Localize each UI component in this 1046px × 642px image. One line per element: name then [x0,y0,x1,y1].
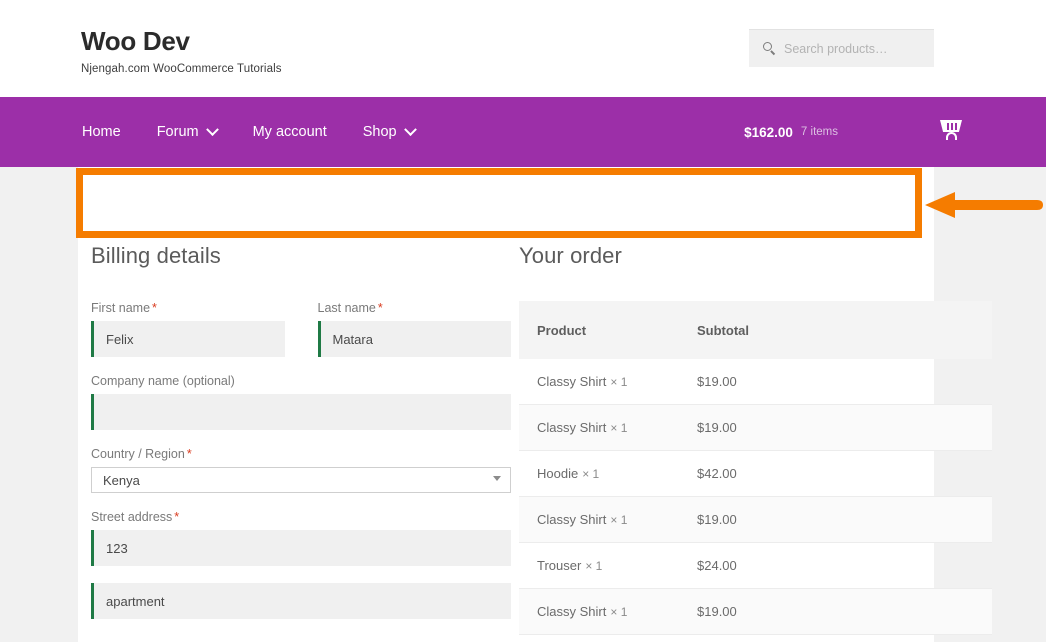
country-region-select[interactable]: Kenya [91,467,511,493]
column-header-product: Product [537,322,587,338]
order-product-name: Classy Shirt × 1 [519,604,697,619]
order-product-name: Classy Shirt × 1 [519,374,697,389]
order-review-table: Product Subtotal Classy Shirt × 1 $19.00 … [519,301,992,635]
company-name-input[interactable] [91,394,511,430]
company-name-label: Company name (optional) [91,374,235,388]
first-name-input[interactable] [91,321,285,357]
table-row: Classy Shirt × 1 $19.00 [519,405,992,451]
company-name-field: Company name (optional) [91,374,511,430]
annotation-highlight-rectangle [76,168,922,238]
search-icon [763,42,776,56]
primary-navigation: Home Forum My account Shop $162.00 7 ite… [0,97,1046,167]
required-asterisk: * [186,447,192,461]
order-product-name: Classy Shirt × 1 [519,512,697,527]
order-subtotal: $24.00 [697,558,737,573]
product-label: Classy Shirt [537,374,607,389]
column-header-subtotal: Subtotal [697,322,749,338]
order-review-section: Your order Product Subtotal Classy Shirt… [519,243,992,635]
product-quantity: × 1 [610,513,628,527]
order-subtotal: $19.00 [697,604,737,619]
cart-summary[interactable]: $162.00 7 items [744,97,1046,167]
last-name-label: Last name * [318,301,512,315]
required-asterisk: * [174,510,180,524]
table-row: Hoodie × 1 $42.00 [519,451,992,497]
product-quantity: × 1 [610,375,628,389]
nav-links: Home Forum My account Shop [82,97,451,167]
street-address-line2-field [91,583,511,619]
nav-label: Home [82,124,121,140]
last-name-field: Last name * [317,301,512,357]
street-address-line2-input[interactable] [91,583,511,619]
required-asterisk: * [377,301,383,315]
order-subtotal: $19.00 [697,420,737,435]
order-product-name: Trouser × 1 [519,558,697,573]
nav-item-shop[interactable]: Shop [362,122,417,140]
order-product-name: Hoodie × 1 [519,466,697,481]
product-label: Hoodie [537,466,579,481]
order-subtotal: $19.00 [697,374,737,389]
order-table-header: Product Subtotal [519,301,992,359]
table-row: Classy Shirt × 1 $19.00 [519,589,992,635]
order-subtotal: $19.00 [697,512,737,527]
product-quantity: × 1 [610,605,628,619]
required-asterisk: * [152,301,157,315]
nav-item-home[interactable]: Home [82,124,121,140]
country-region-label-text: Country / Region [91,447,185,461]
street-address-field: Street address * [91,510,511,566]
chevron-down-icon [403,122,417,136]
billing-details-section: Billing details First name* Last name* C… [91,243,511,636]
product-search-box[interactable]: Search products… [749,29,934,67]
nav-label: My account [252,124,327,140]
site-header: Woo Dev Njengah.com WooCommerce Tutorial… [0,0,1046,97]
product-quantity: × 1 [610,421,628,435]
order-product-name: Classy Shirt × 1 [519,420,697,435]
product-label: Classy Shirt [537,604,607,619]
country-region-field: Country / Region * Kenya [91,447,511,493]
cart-item-count: 7 items [800,126,838,138]
checkout-page: Woo Dev Njengah.com WooCommerce Tutorial… [0,0,1046,642]
table-row: Classy Shirt × 1 $19.00 [519,359,992,405]
product-label: Trouser [537,558,582,573]
site-tagline: Njengah.com WooCommerce Tutorials [81,62,282,75]
product-quantity: × 1 [582,467,600,481]
product-quantity: × 1 [585,559,603,573]
last-name-input[interactable] [317,321,511,357]
nav-label: Shop [362,124,397,140]
product-label: Classy Shirt [537,512,607,527]
first-name-label: First name * [91,301,285,315]
country-region-label: Country / Region * [91,447,511,461]
your-order-title: Your order [519,243,622,268]
street-address-input[interactable] [91,530,511,566]
street-address-label-text: Street address [91,510,173,524]
first-name-label-text: First name [91,301,151,315]
country-select-wrapper[interactable]: Kenya [91,467,511,493]
street-address-label: Street address * [91,510,511,524]
first-name-field: First name * [91,301,285,357]
checkout-content-card: Please enter value! Billing details Firs… [78,167,992,642]
nav-item-my-account[interactable]: My account [253,124,327,140]
search-input[interactable]: Search products… [784,42,888,56]
last-name-label-text: Last name [317,301,376,315]
table-row: Classy Shirt × 1 $19.00 [519,497,992,543]
site-branding[interactable]: Woo Dev Njengah.com WooCommerce Tutorial… [81,27,282,75]
billing-details-title: Billing details [91,243,221,268]
chevron-down-icon [493,476,501,481]
annotation-arrow [925,192,1043,218]
site-title: Woo Dev [81,26,190,56]
nav-item-forum[interactable]: Forum [156,122,219,140]
chevron-down-icon [205,122,219,136]
name-fields-row: First name* Last name* [91,301,511,374]
table-row: Trouser × 1 $24.00 [519,543,992,589]
order-subtotal: $42.00 [697,466,737,481]
product-label: Classy Shirt [537,420,607,435]
cart-total: $162.00 [744,124,793,140]
nav-label: Forum [156,124,199,140]
